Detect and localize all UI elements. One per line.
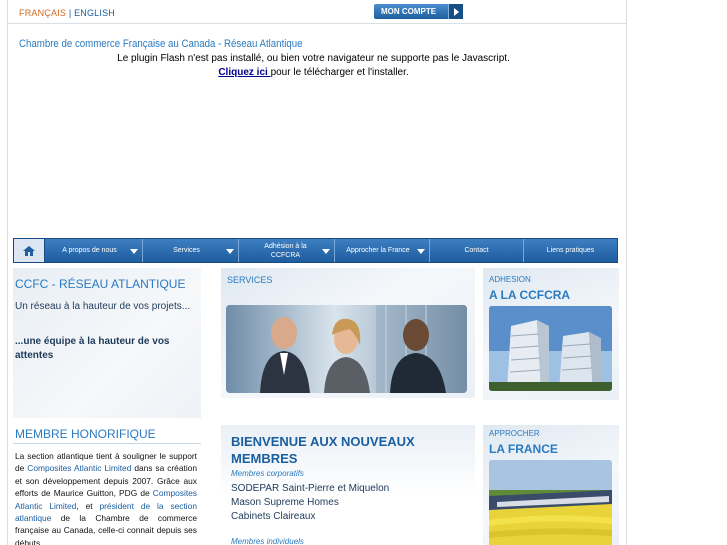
nav-item-label: Liens pratiques bbox=[546, 247, 595, 254]
chevron-down-icon bbox=[322, 249, 330, 254]
nav-item-links[interactable]: Liens pratiques bbox=[524, 239, 617, 262]
chevron-down-icon bbox=[130, 249, 138, 254]
my-account-button[interactable]: MON COMPTE bbox=[374, 4, 463, 19]
nav-item-services[interactable]: Services bbox=[143, 239, 239, 262]
nav-item-label: A propos de nous bbox=[62, 247, 117, 254]
flash-title: Chambre de commerce Française au Canada … bbox=[19, 38, 303, 50]
nav-item-approach-france[interactable]: Approcher la France bbox=[335, 239, 430, 262]
arrow-right-icon bbox=[448, 4, 463, 19]
nav-item-label: Contact bbox=[464, 247, 489, 254]
intro-text: Un réseau à la hauteur de vos projets... bbox=[15, 301, 191, 312]
language-switcher: FRANÇAIS | ENGLISH bbox=[19, 8, 115, 18]
flash-download-link[interactable]: Cliquez ici bbox=[218, 67, 270, 78]
honorary-title: MEMBRE HONORIFIQUE bbox=[15, 427, 156, 441]
member-item: Mason Supreme Homes bbox=[231, 497, 339, 508]
member-item: Cabinets Claireaux bbox=[231, 511, 316, 522]
nav-item-label: Adhésion à la CCFCRA bbox=[264, 242, 307, 259]
page: FRANÇAIS | ENGLISH MON COMPTE Chambre de… bbox=[0, 0, 727, 545]
lang-fr-link[interactable]: FRANÇAIS bbox=[19, 8, 66, 18]
nav-item-label: Approcher la France bbox=[346, 247, 410, 254]
chevron-down-icon bbox=[226, 249, 234, 254]
welcome-title: BIENVENUE AUX NOUVEAUX MEMBRES bbox=[231, 434, 415, 466]
flash-message: Le plugin Flash n'est pas installé, ou b… bbox=[117, 53, 510, 64]
member-item: SODEPAR Saint-Pierre et Miquelon bbox=[231, 483, 390, 494]
flash-download-line: Cliquez ici pour le télécharger et l'ins… bbox=[0, 67, 627, 78]
lang-en-link[interactable]: ENGLISH bbox=[74, 8, 115, 18]
composites-atlantic-link[interactable]: Composites Atlantic Limited bbox=[27, 463, 131, 473]
nav-item-contact[interactable]: Contact bbox=[430, 239, 524, 262]
train-field-photo bbox=[489, 460, 612, 545]
nav-item-about[interactable]: A propos de nous bbox=[45, 239, 143, 262]
intro-title: CCFC - RÉSEAU ATLANTIQUE bbox=[15, 277, 186, 291]
corporate-members-label: Membres corporatifs bbox=[231, 469, 304, 478]
honorary-text: La section atlantique tient à souligner … bbox=[15, 450, 197, 545]
france-image[interactable] bbox=[489, 460, 612, 545]
nav-item-membership[interactable]: Adhésion à la CCFCRA bbox=[239, 239, 335, 262]
my-account-label: MON COMPTE bbox=[381, 7, 437, 16]
membership-image[interactable] bbox=[489, 306, 612, 391]
services-title[interactable]: SERVICES bbox=[227, 275, 272, 285]
business-people-photo bbox=[226, 305, 467, 393]
membership-small-title[interactable]: ADHESION bbox=[489, 275, 531, 284]
divider bbox=[13, 443, 201, 444]
france-big-title[interactable]: LA FRANCE bbox=[489, 442, 558, 456]
chevron-down-icon bbox=[417, 249, 425, 254]
nav-item-label: Services bbox=[173, 247, 200, 254]
membership-big-title[interactable]: A LA CCFCRA bbox=[489, 288, 570, 302]
honorary-text-part: , et bbox=[76, 500, 100, 511]
france-small-title[interactable]: APPROCHER bbox=[489, 429, 540, 438]
home-icon bbox=[23, 245, 35, 256]
intro-tagline: ...une équipe à la hauteur de vos attent… bbox=[15, 336, 170, 361]
flash-download-text: pour le télécharger et l'installer. bbox=[270, 67, 409, 78]
services-image[interactable] bbox=[226, 305, 467, 393]
individual-members-label: Membres individuels bbox=[231, 537, 304, 545]
home-button[interactable] bbox=[14, 239, 45, 262]
office-towers-photo bbox=[489, 306, 612, 391]
lang-separator: | bbox=[68, 8, 72, 18]
main-nav: A propos de nous Services Adhésion à la … bbox=[13, 238, 618, 263]
